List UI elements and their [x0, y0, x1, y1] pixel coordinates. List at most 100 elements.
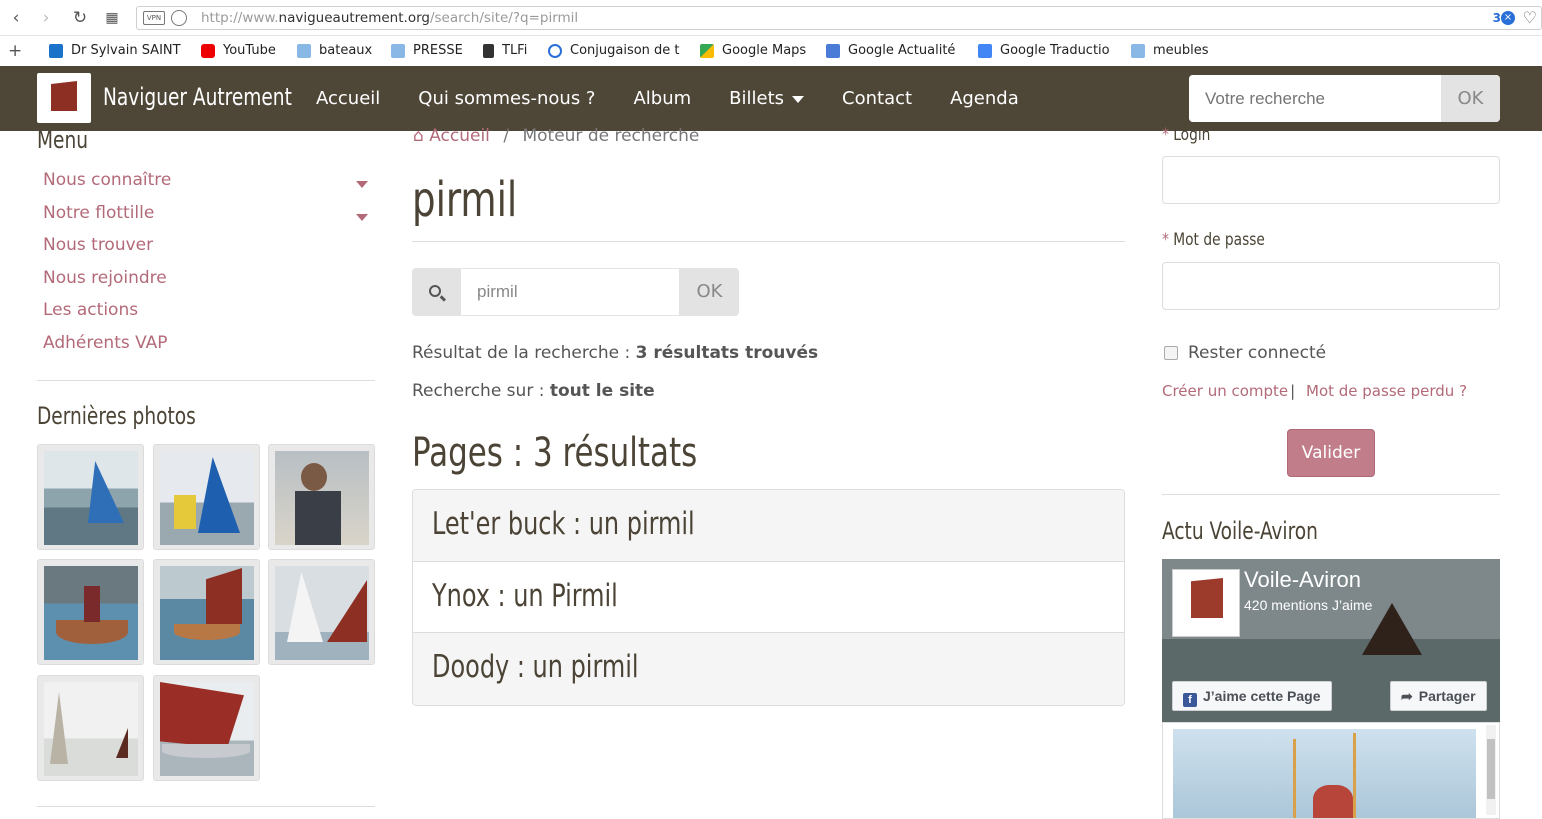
- navbar-search-button[interactable]: OK: [1441, 75, 1500, 122]
- forward-icon[interactable]: ›: [36, 8, 56, 28]
- bookmark-item[interactable]: bateaux: [297, 43, 372, 58]
- nav-contact[interactable]: Contact: [842, 88, 912, 109]
- nav-billets[interactable]: Billets: [729, 88, 805, 109]
- address-bar[interactable]: VPN http://www.navigueautrement.org/sear…: [136, 6, 1542, 30]
- site-brand[interactable]: Naviguer Autrement: [103, 83, 292, 111]
- close-icon[interactable]: ×: [1501, 11, 1515, 25]
- photo-thumbnail[interactable]: [37, 444, 144, 550]
- facebook-page-name[interactable]: Voile-Aviron: [1244, 567, 1361, 593]
- feed-scrollbar[interactable]: [1486, 725, 1496, 815]
- remember-me[interactable]: Rester connecté: [1164, 343, 1326, 363]
- feed-image: [1173, 729, 1476, 818]
- photo-thumbnail[interactable]: [268, 559, 375, 665]
- bookmark-item[interactable]: TLFi: [483, 43, 527, 58]
- remember-checkbox[interactable]: [1164, 346, 1178, 360]
- tab-count: 3: [1492, 11, 1501, 25]
- nav-album[interactable]: Album: [633, 88, 691, 109]
- sidebar-item-nous-trouver[interactable]: Nous trouver: [43, 235, 373, 268]
- like-page-button[interactable]: f J’aime cette Page: [1172, 681, 1332, 711]
- bookmark-item[interactable]: Conjugaison de t: [548, 43, 680, 58]
- reload-icon[interactable]: ↻: [70, 8, 90, 28]
- home-icon[interactable]: ⌂: [413, 126, 424, 146]
- bookmark-item[interactable]: Google Maps: [700, 43, 806, 58]
- actu-title: Actu Voile-Aviron: [1162, 517, 1318, 545]
- sidebar-menu-title: Menu: [37, 126, 88, 154]
- bookmark-item[interactable]: Google Actualité: [826, 43, 955, 58]
- login-field[interactable]: [1162, 156, 1500, 204]
- maps-icon: [700, 43, 714, 58]
- bookmarks-bar: + Dr Sylvain SAINT YouTube bateaux PRESS…: [0, 36, 1542, 66]
- navbar-search: OK: [1189, 75, 1500, 122]
- browser-toolbar: ‹ › ↻ ▦ VPN http://www.navigueautrement.…: [0, 0, 1542, 36]
- divider: [1162, 494, 1500, 495]
- sidebar-item-nous-rejoindre[interactable]: Nous rejoindre: [43, 268, 373, 301]
- vpn-badge[interactable]: VPN: [143, 11, 165, 25]
- result-item[interactable]: Ynox : un Pirmil: [413, 561, 1124, 633]
- globe-icon: [171, 10, 187, 26]
- forgot-password-link[interactable]: Mot de passe perdu ?: [1306, 382, 1467, 400]
- facebook-likes: 420 mentions J’aime: [1244, 597, 1373, 613]
- url-text[interactable]: http://www.navigueautrement.org/search/s…: [201, 10, 578, 26]
- content-search: OK: [412, 268, 739, 316]
- photo-thumbnail[interactable]: [153, 675, 260, 781]
- results-list: Let'er buck : un pirmil Ynox : un Pirmil…: [412, 489, 1125, 706]
- create-account-link[interactable]: Créer un compte: [1162, 382, 1288, 400]
- nav-agenda[interactable]: Agenda: [950, 88, 1019, 109]
- login-label: * Login: [1162, 125, 1211, 145]
- content-search-input[interactable]: [460, 268, 680, 316]
- photo-thumbnail[interactable]: [153, 444, 260, 550]
- breadcrumb-current: Moteur de recherche: [522, 126, 700, 146]
- translate-icon: [978, 43, 992, 58]
- back-icon[interactable]: ‹: [6, 8, 26, 28]
- page-title: pirmil: [412, 172, 518, 228]
- sidebar-item-nous-connaitre[interactable]: Nous connaître: [43, 170, 373, 203]
- share-icon: ➦: [1401, 688, 1413, 704]
- bookmark-item[interactable]: Google Traductio: [978, 43, 1110, 58]
- share-button[interactable]: ➦ Partager: [1390, 681, 1487, 711]
- page-logo[interactable]: [1172, 569, 1240, 637]
- site-logo[interactable]: [37, 73, 91, 123]
- grid-icon[interactable]: ▦: [102, 8, 122, 28]
- heart-icon[interactable]: ♡: [1523, 8, 1537, 27]
- bookmark-item[interactable]: Dr Sylvain SAINT: [49, 43, 181, 58]
- result-item[interactable]: Let'er buck : un pirmil: [413, 490, 1124, 562]
- nav-accueil[interactable]: Accueil: [316, 88, 380, 109]
- document-icon: [483, 43, 494, 58]
- sidebar-item-adherents-vap[interactable]: Adhérents VAP: [43, 333, 373, 366]
- facebook-feed: [1162, 722, 1500, 819]
- nav-qui-sommes-nous[interactable]: Qui sommes-nous ?: [418, 88, 595, 109]
- sidebar-item-les-actions[interactable]: Les actions: [43, 300, 373, 333]
- photo-thumbnail[interactable]: [37, 559, 144, 665]
- folder-icon: [297, 43, 311, 58]
- content-search-button[interactable]: OK: [680, 268, 739, 316]
- divider: [37, 806, 375, 807]
- account-links: Créer un compte | Mot de passe perdu ?: [1162, 382, 1468, 400]
- sidebar-item-notre-flottille[interactable]: Notre flottille: [43, 203, 373, 236]
- youtube-icon: [201, 43, 215, 58]
- results-title: Pages : 3 résultats: [412, 430, 698, 476]
- caret-down-icon[interactable]: [356, 213, 368, 221]
- password-label: * Mot de passe: [1162, 230, 1265, 250]
- bookmark-item[interactable]: YouTube: [201, 43, 276, 58]
- navbar-search-input[interactable]: [1189, 75, 1441, 122]
- bookmark-item[interactable]: PRESSE: [391, 43, 463, 58]
- facebook-page-widget[interactable]: Voile-Aviron 420 mentions J’aime f J’aime…: [1162, 559, 1500, 722]
- folder-icon: [1131, 43, 1145, 58]
- add-bookmark-icon[interactable]: +: [8, 41, 22, 61]
- photo-thumbnail[interactable]: [153, 559, 260, 665]
- site-navbar: Naviguer Autrement Accueil Qui sommes-no…: [0, 66, 1542, 131]
- password-field[interactable]: [1162, 262, 1500, 310]
- photo-thumbnail[interactable]: [268, 444, 375, 550]
- submit-button[interactable]: Valider: [1287, 429, 1375, 477]
- photo-thumbnail[interactable]: [37, 675, 144, 781]
- main-menu: Accueil Qui sommes-nous ? Album Billets …: [316, 88, 1057, 109]
- result-item[interactable]: Doody : un pirmil: [413, 633, 1124, 705]
- folder-icon: [391, 43, 405, 58]
- caret-down-icon[interactable]: [356, 181, 368, 188]
- divider: [412, 241, 1125, 242]
- breadcrumb: ⌂ Accueil / Moteur de recherche: [413, 126, 700, 146]
- photos-title: Dernières photos: [37, 402, 196, 430]
- conjugation-icon: [548, 43, 562, 58]
- breadcrumb-home[interactable]: Accueil: [429, 126, 490, 146]
- bookmark-item[interactable]: meubles: [1131, 43, 1209, 58]
